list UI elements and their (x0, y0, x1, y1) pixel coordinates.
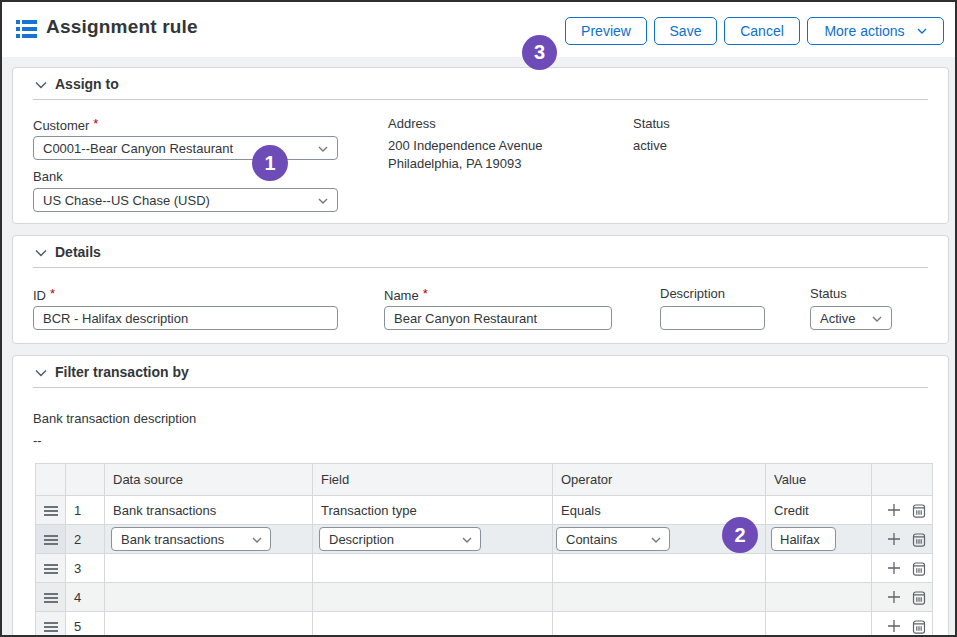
col-field: Field (313, 464, 553, 496)
id-label: ID* (33, 286, 55, 303)
details-status-select[interactable]: Active (810, 306, 892, 330)
add-row-icon[interactable] (887, 561, 901, 575)
annotation-step-2: 2 (722, 517, 758, 553)
value-input[interactable]: Halifax (771, 527, 836, 551)
row-number: 1 (66, 496, 105, 525)
address-line1: 200 Independence Avenue (388, 138, 542, 153)
details-section: Details ID* Name* Description Status Act… (12, 235, 949, 344)
details-status-label: Status (810, 286, 847, 301)
table-row: 4 (36, 583, 933, 612)
data-source-select[interactable]: Bank transactions (111, 527, 271, 551)
assign-to-section: Assign to Customer* C0001--Bear Canyon R… (12, 67, 949, 224)
row-number: 2 (66, 525, 105, 554)
address-line2: Philadelphia, PA 19093 (388, 156, 521, 171)
drag-handle[interactable] (36, 554, 66, 583)
chevron-down-icon (462, 537, 472, 543)
details-heading[interactable]: Details (33, 236, 928, 268)
chevron-down-icon (872, 316, 882, 322)
address-label: Address (388, 116, 436, 131)
bank-select[interactable]: US Chase--US Chase (USD) (33, 188, 338, 212)
table-row: 1 Bank transactions Transaction type Equ… (36, 496, 933, 525)
preview-button[interactable]: Preview (565, 17, 647, 45)
annotation-step-3: 3 (522, 35, 557, 70)
table-header-row: Data source Field Operator Value (36, 464, 933, 496)
table-row: 5 (36, 612, 933, 637)
status-value: active (633, 138, 667, 153)
required-asterisk: * (50, 286, 55, 301)
list-menu-icon[interactable] (16, 20, 37, 38)
row-number: 4 (66, 583, 105, 612)
table-row: 3 (36, 554, 933, 583)
drag-handle[interactable] (36, 525, 66, 554)
field-select[interactable]: Description (319, 527, 481, 551)
bank-transaction-description-label: Bank transaction description (33, 411, 196, 426)
filter-heading[interactable]: Filter transaction by (33, 356, 928, 388)
collapse-chevron-icon (35, 81, 47, 89)
cancel-button[interactable]: Cancel (724, 17, 800, 45)
bank-transaction-description-value: -- (33, 433, 42, 448)
row-number: 3 (66, 554, 105, 583)
drag-handle[interactable] (36, 583, 66, 612)
page-header: Assignment rule Preview Save Cancel More… (2, 2, 955, 57)
description-label: Description (660, 286, 725, 301)
col-data-source: Data source (105, 464, 313, 496)
customer-select[interactable]: C0001--Bear Canyon Restaurant (33, 136, 338, 160)
drag-handle[interactable] (36, 496, 66, 525)
add-row-icon[interactable] (887, 590, 901, 604)
more-actions-button[interactable]: More actions (807, 17, 944, 45)
description-input[interactable] (660, 306, 765, 330)
table-row-selected: 2 Bank transactions Description Contains… (36, 525, 933, 554)
bank-label: Bank (33, 169, 63, 184)
add-row-icon[interactable] (887, 619, 901, 633)
delete-row-icon[interactable] (912, 532, 926, 547)
operator-select[interactable]: Contains (556, 527, 670, 551)
filter-conditions-table: Data source Field Operator Value 1 Bank … (35, 463, 933, 637)
col-operator: Operator (553, 464, 766, 496)
chevron-down-icon (917, 28, 927, 34)
add-row-icon[interactable] (887, 532, 901, 546)
collapse-chevron-icon (35, 369, 47, 377)
add-row-icon[interactable] (887, 503, 901, 517)
status-label: Status (633, 116, 670, 131)
annotation-step-1: 1 (252, 145, 288, 181)
chevron-down-icon (252, 537, 262, 543)
chevron-down-icon (318, 198, 328, 204)
col-value: Value (766, 464, 872, 496)
cell-data-source: Bank transactions (105, 496, 313, 525)
customer-label: Customer* (33, 116, 98, 133)
delete-row-icon[interactable] (912, 619, 926, 634)
required-asterisk: * (93, 116, 98, 131)
row-number: 5 (66, 612, 105, 637)
collapse-chevron-icon (35, 249, 47, 257)
save-button[interactable]: Save (654, 17, 717, 45)
delete-row-icon[interactable] (912, 503, 926, 518)
required-asterisk: * (423, 286, 428, 301)
delete-row-icon[interactable] (912, 590, 926, 605)
chevron-down-icon (318, 146, 328, 152)
cell-field: Transaction type (313, 496, 553, 525)
name-input[interactable] (384, 306, 612, 330)
cell-value: Credit (766, 496, 872, 525)
name-label: Name* (384, 286, 428, 303)
page-title: Assignment rule (46, 16, 198, 38)
assignment-rule-page: { "header": { "title": "Assignment rule"… (0, 0, 957, 637)
drag-handle[interactable] (36, 612, 66, 637)
delete-row-icon[interactable] (912, 561, 926, 576)
id-input[interactable] (33, 306, 338, 330)
assign-to-heading[interactable]: Assign to (33, 68, 928, 100)
chevron-down-icon (651, 537, 661, 543)
filter-section: Filter transaction by Bank transaction d… (12, 355, 949, 637)
